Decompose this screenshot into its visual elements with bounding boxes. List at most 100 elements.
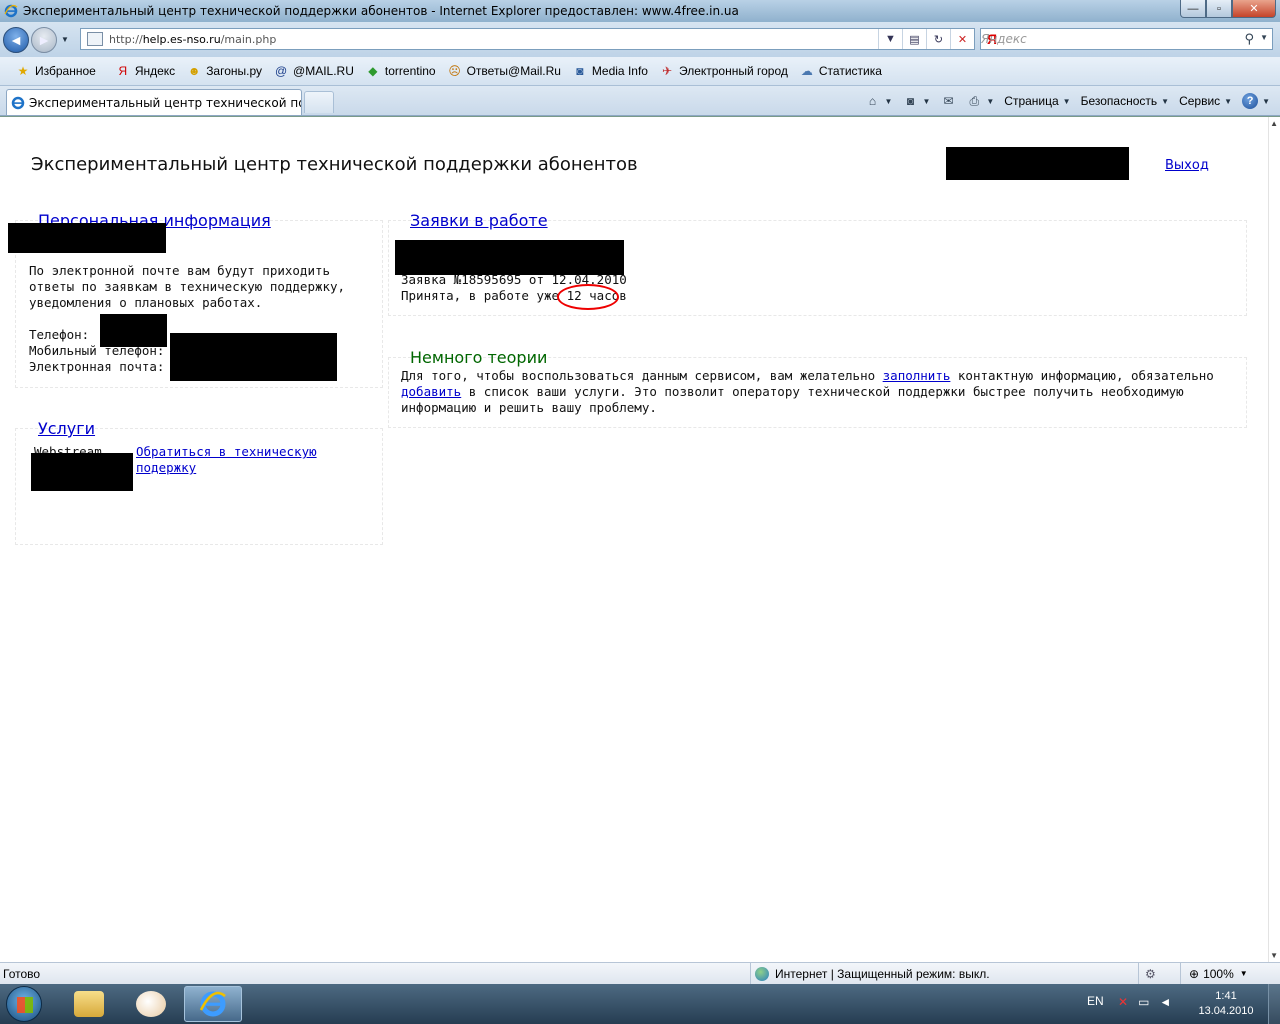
tab-active[interactable]: Экспериментальный центр технической подд… (6, 89, 302, 115)
highlight-circle (557, 284, 619, 310)
maximize-button[interactable]: ▫ (1206, 0, 1232, 18)
refresh-icon[interactable]: ↻ (926, 29, 950, 49)
favorites-bar: ★ Избранное Я Яндекс ☻ Загоны.ру @ @MAIL.RU ◆ t… (0, 57, 1280, 86)
stop-icon[interactable]: ✕ (950, 29, 974, 49)
printer-icon: ⎙ (969, 93, 980, 108)
search-options-dropdown[interactable]: ▼ (1260, 33, 1268, 42)
favorite-link[interactable]: ◙ Media Info (573, 64, 648, 78)
help-icon: ? (1242, 93, 1259, 109)
address-dropdown-icon[interactable]: ▼ (878, 29, 902, 49)
volume-icon[interactable]: ◄ (1159, 995, 1171, 1009)
address-bar[interactable]: http://help.es-nso.ru/main.php ▼ ▤ ↻ ✕ (80, 28, 975, 50)
status-text: Готово (3, 967, 41, 981)
vertical-scrollbar[interactable]: ▲ ▼ (1268, 117, 1280, 962)
search-placeholder[interactable]: Яндекс (981, 32, 1027, 46)
forward-button[interactable]: ► (31, 26, 57, 53)
scroll-down-icon[interactable]: ▼ (1270, 951, 1278, 960)
favorites-button[interactable]: ★ Избранное (16, 64, 96, 78)
language-indicator[interactable]: EN (1087, 994, 1104, 1008)
taskbar-internet-explorer[interactable] (184, 986, 242, 1022)
new-tab-button[interactable] (304, 91, 334, 113)
page-title: Экспериментальный центр технической подд… (31, 154, 638, 175)
page-viewport: Экспериментальный центр технической подд… (0, 117, 1280, 962)
redacted-phone (100, 314, 167, 347)
feeds-button[interactable]: ◙ ▼ (902, 93, 931, 109)
add-services-link[interactable]: добавить (401, 384, 461, 399)
page-menu[interactable]: Страница ▼ (1004, 94, 1070, 108)
address-url[interactable]: http://help.es-nso.ru/main.php (109, 33, 276, 46)
folder-icon (74, 991, 104, 1017)
taskbar-paint[interactable] (122, 986, 180, 1022)
taskbar: EN ✕ ▭ ◄ 1:41 13.04.2010 (0, 984, 1280, 1024)
tab-bar: Экспериментальный центр технической подд… (0, 86, 1280, 116)
print-button[interactable]: ⎙ ▼ (966, 93, 995, 109)
back-button[interactable]: ◄ (3, 26, 29, 53)
window-controls: — ▫ ✕ (1180, 0, 1276, 18)
redacted-username (946, 147, 1129, 180)
city-icon: ✈ (661, 64, 672, 78)
favorite-link[interactable]: @ @MAIL.RU (274, 64, 354, 78)
recent-pages-dropdown[interactable]: ▼ (61, 35, 69, 44)
security-zone[interactable]: Интернет | Защищенный режим: выкл. (750, 963, 990, 984)
email-label: Электронная почта: (29, 359, 165, 374)
mail-icon: ✉ (943, 94, 954, 108)
window-title: Экспериментальный центр технической подд… (23, 4, 739, 18)
search-icon[interactable]: ⚲ (1244, 31, 1254, 47)
close-window-button[interactable]: ✕ (1232, 0, 1276, 18)
rss-feed-icon: ◙ (906, 94, 915, 108)
minimize-button[interactable]: — (1180, 0, 1206, 18)
smiley-icon: ☻ (187, 64, 201, 78)
status-bar: Готово Интернет | Защищенный режим: выкл… (0, 962, 1280, 984)
tab-title: Экспериментальный центр технической подд… (29, 95, 301, 110)
requests-heading[interactable]: Заявки в работе (410, 211, 548, 230)
tools-menu[interactable]: Сервис ▼ (1179, 94, 1232, 108)
fill-contacts-link[interactable]: заполнить (883, 368, 951, 383)
clock[interactable]: 1:41 13.04.2010 (1190, 989, 1262, 1019)
navigation-bar: ◄ ► ▼ http://help.es-nso.ru/main.php ▼ ▤… (0, 22, 1280, 57)
support-request-link[interactable]: Обратиться в техническую подержку (136, 444, 317, 476)
favorite-link[interactable]: ✈ Электронный город (660, 64, 788, 78)
compatibility-view-icon[interactable]: ▤ (902, 29, 926, 49)
favorite-link[interactable]: Я Яндекс (116, 64, 175, 78)
logout-link[interactable]: Выход (1165, 158, 1209, 173)
theory-text: Для того, чтобы воспользоваться данным с… (401, 368, 1214, 415)
redacted-request-title (395, 240, 624, 275)
theory-heading: Немного теории (410, 348, 548, 367)
favorite-link[interactable]: ☻ Загоны.ру (187, 64, 262, 78)
ie-taskbar-icon (199, 991, 226, 1017)
safety-menu[interactable]: Безопасность ▼ (1081, 94, 1169, 108)
scroll-up-icon[interactable]: ▲ (1270, 119, 1278, 128)
system-tray: ✕ ▭ ◄ (1118, 995, 1181, 1009)
start-button[interactable] (6, 986, 42, 1022)
stats-icon: ☁ (800, 64, 813, 78)
action-center-icon[interactable]: ▭ (1138, 995, 1149, 1009)
favorites-star-icon: ★ (17, 64, 29, 78)
windows-logo-icon (17, 997, 33, 1013)
favorite-link[interactable]: ☹ Ответы@Mail.Ru (448, 64, 561, 78)
torrentino-icon: ◆ (368, 64, 378, 78)
favorite-link[interactable]: ◆ torrentino (366, 64, 435, 78)
network-icon[interactable]: ✕ (1118, 995, 1128, 1009)
favorite-link[interactable]: ☁ Статистика (800, 64, 882, 78)
ie-logo-icon (4, 4, 18, 18)
media-info-icon: ◙ (576, 64, 584, 78)
zoom-icon: ⊕ (1189, 966, 1200, 981)
services-heading[interactable]: Услуги (38, 419, 95, 438)
zoom-control[interactable]: ⊕ 100% ▼ (1180, 963, 1248, 984)
answers-icon: ☹ (448, 64, 461, 78)
home-button[interactable]: ⌂ ▼ (865, 93, 893, 109)
protected-mode-icon[interactable]: ⚙ (1138, 963, 1156, 984)
yandex-icon: Я (118, 64, 128, 78)
home-icon: ⌂ (868, 94, 877, 108)
help-menu[interactable]: ? ▼ (1242, 93, 1270, 109)
page-icon (87, 32, 103, 46)
show-desktop-button[interactable] (1268, 984, 1280, 1024)
redacted-name (8, 223, 166, 253)
phone-label: Телефон: (29, 327, 90, 342)
taskbar-explorer[interactable] (60, 986, 118, 1022)
redacted-contacts (170, 333, 337, 381)
address-tools: ▼ ▤ ↻ ✕ (878, 29, 974, 49)
read-mail-button[interactable]: ✉ (940, 93, 956, 109)
favorites-links: Я Яндекс ☻ Загоны.ру @ @MAIL.RU ◆ torrentino ☹ От… (116, 64, 894, 78)
search-box[interactable]: Я Яндекс ⚲ ▼ (980, 28, 1273, 50)
